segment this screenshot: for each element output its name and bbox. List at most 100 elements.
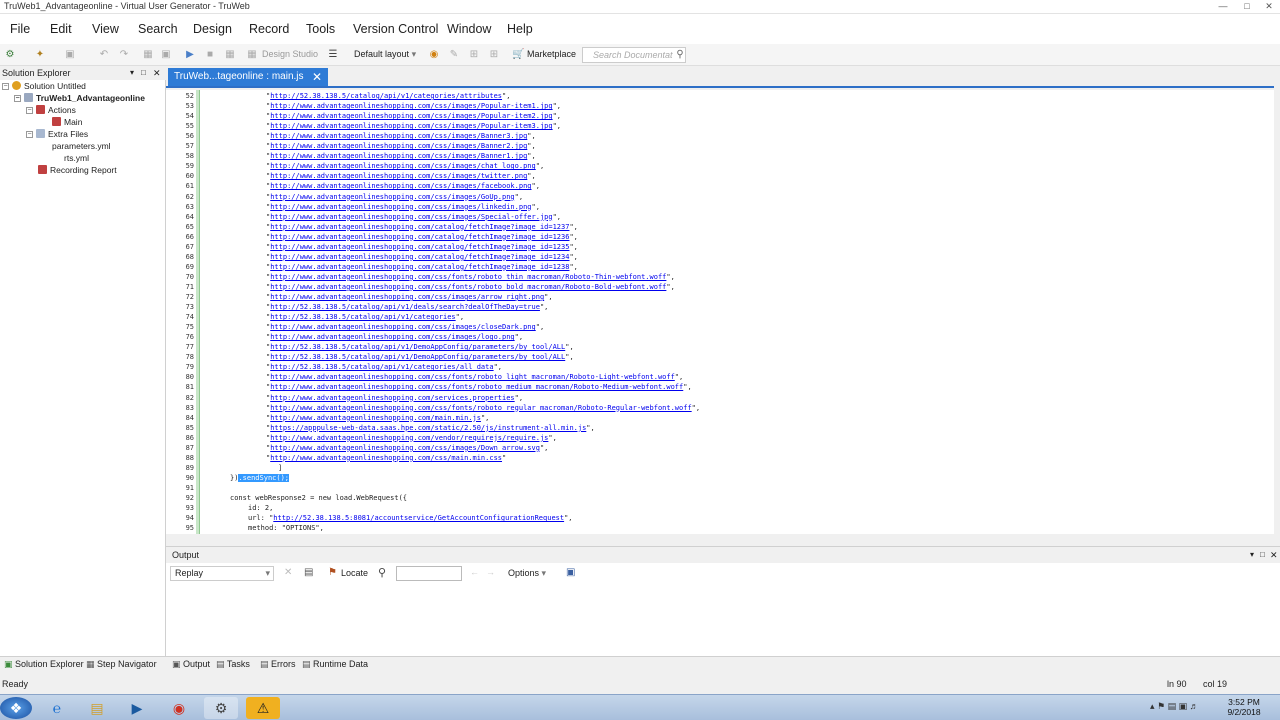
tree-item-parameters[interactable]: parameters.yml xyxy=(52,140,111,152)
url-link[interactable]: http://www.advantageonlineshopping.com/c… xyxy=(270,273,666,281)
layout-select[interactable]: Default layout ▾ xyxy=(350,47,420,63)
tab-tasks[interactable]: ▤ Tasks xyxy=(216,658,250,670)
url-link[interactable]: http://www.advantageonlineshopping.com/c… xyxy=(270,102,552,110)
url-link[interactable]: http://www.advantageonlineshopping.com/c… xyxy=(270,172,527,180)
url-link[interactable]: http://www.advantageonlineshopping.com/c… xyxy=(270,404,691,412)
tools-icon[interactable]: ⊞ xyxy=(488,49,500,61)
marketplace-icon[interactable]: 🛒 xyxy=(512,49,524,61)
url-link[interactable]: http://www.advantageonlineshopping.com/c… xyxy=(270,253,569,261)
search-icon[interactable]: ⚲ xyxy=(674,49,686,61)
output-source-select[interactable]: Replay ▾ xyxy=(170,566,274,581)
design-studio-icon[interactable]: ▦ xyxy=(246,49,258,61)
copy-icon[interactable]: ▤ xyxy=(304,567,313,578)
stop-icon[interactable]: ■ xyxy=(204,49,216,61)
url-link[interactable]: http://www.advantageonlineshopping.com/c… xyxy=(270,373,675,381)
panel-menu-icon[interactable]: ▾ xyxy=(130,66,134,80)
vugen-taskbar-icon[interactable]: ⚙ xyxy=(204,697,238,719)
marketplace-button[interactable]: Marketplace xyxy=(527,49,576,59)
collapse-icon[interactable]: − xyxy=(2,83,9,90)
selected-text[interactable]: .sendSync(); xyxy=(238,473,290,482)
tree-item-recording-report[interactable]: Recording Report xyxy=(38,164,117,176)
url-link[interactable]: http://www.advantageonlineshopping.com/c… xyxy=(270,233,569,241)
panel-menu-icon[interactable]: ▾ xyxy=(1250,547,1254,563)
layout-icon[interactable]: ☰ xyxy=(327,49,339,61)
maximize-button[interactable]: □ xyxy=(1236,0,1258,13)
tab-solution-explorer[interactable]: ▣ Solution Explorer xyxy=(4,658,84,670)
media-player-icon[interactable]: ▶ xyxy=(120,697,154,719)
url-link[interactable]: http://www.advantageonlineshopping.com/c… xyxy=(270,333,514,341)
new-script-icon[interactable]: ⚙ xyxy=(4,49,16,61)
url-link[interactable]: http://www.advantageonlineshopping.com/v… xyxy=(270,434,548,442)
file-explorer-icon[interactable]: ▤ xyxy=(80,697,114,719)
menu-file[interactable]: File xyxy=(10,22,30,36)
url-link[interactable]: http://www.advantageonlineshopping.com/c… xyxy=(270,203,531,211)
url-link[interactable]: http://www.advantageonlineshopping.com/c… xyxy=(270,243,569,251)
code-editor[interactable]: 52 53 54 55 56 57 58 59 60 61 62 63 64 65 66 67 68 69 70 71… xyxy=(166,90,1274,534)
url-link[interactable]: http://52.38.138.5/catalog/api/v1/catego… xyxy=(270,92,502,100)
options-button[interactable]: Options ▾ xyxy=(504,566,550,581)
compile-icon[interactable]: ▦ xyxy=(142,49,154,61)
url-link[interactable]: http://www.advantageonlineshopping.com/c… xyxy=(270,444,540,452)
tab-runtime-data[interactable]: ▤ Runtime Data xyxy=(302,658,368,670)
url-link[interactable]: http://www.advantageonlineshopping.com/s… xyxy=(270,394,514,402)
locate-button[interactable]: Locate xyxy=(341,568,368,578)
chrome-icon[interactable]: ◉ xyxy=(162,697,196,719)
url-link[interactable]: http://www.advantageonlineshopping.com/c… xyxy=(270,142,527,150)
next-icon[interactable]: → xyxy=(486,567,495,577)
output-search-input[interactable] xyxy=(396,566,462,581)
collapse-icon[interactable]: − xyxy=(14,95,21,102)
tray-icons[interactable]: ▴ ⚑ ▤ ▣ ♬ xyxy=(1150,701,1199,712)
editor-horizontal-scrollbar[interactable] xyxy=(166,534,1274,544)
tab-main-js[interactable]: TruWeb...tageonline : main.js ✕ xyxy=(168,68,328,86)
tree-item-main[interactable]: Main xyxy=(52,116,82,128)
url-link[interactable]: http://52.38.138.5/catalog/api/v1/DemoAp… xyxy=(270,353,565,361)
tree-item-solution[interactable]: − Solution Untitled xyxy=(2,80,86,92)
menu-view[interactable]: View xyxy=(92,22,119,36)
menu-edit[interactable]: Edit xyxy=(50,22,72,36)
pin-icon[interactable]: □ xyxy=(1260,547,1265,563)
add-icon[interactable]: ✦ xyxy=(34,49,46,61)
tree-item-rts[interactable]: rts.yml xyxy=(64,152,89,164)
url-link[interactable]: http://www.advantageonlineshopping.com/c… xyxy=(270,293,544,301)
tab-output[interactable]: ▣ Output xyxy=(172,658,210,670)
clear-icon[interactable]: ✕ xyxy=(284,567,292,578)
undo-icon[interactable]: ↶ xyxy=(98,49,110,61)
url-link[interactable]: http://www.advantageonlineshopping.com/c… xyxy=(270,263,569,271)
internet-explorer-icon[interactable]: ℮ xyxy=(40,697,74,719)
menu-design[interactable]: Design xyxy=(193,22,232,36)
url-link[interactable]: http://www.advantageonlineshopping.com/m… xyxy=(270,414,481,422)
url-link[interactable]: http://www.advantageonlineshopping.com/c… xyxy=(270,213,552,221)
url-link[interactable]: http://52.38.138.5:8081/accountservice/G… xyxy=(273,514,564,522)
menu-window[interactable]: Window xyxy=(447,22,491,36)
redo-icon[interactable]: ↷ xyxy=(118,49,130,61)
url-link[interactable]: http://www.advantageonlineshopping.com/c… xyxy=(270,283,666,291)
pencil-icon[interactable]: ✎ xyxy=(448,49,460,61)
save-output-icon[interactable]: ▣ xyxy=(566,567,575,578)
collapse-icon[interactable]: − xyxy=(26,107,33,114)
grid-icon[interactable]: ⊞ xyxy=(468,49,480,61)
url-link[interactable]: http://52.38.138.5/catalog/api/v1/catego… xyxy=(270,363,493,371)
taskbar-clock[interactable]: 3:52 PM 9/2/2018 xyxy=(1224,697,1264,717)
url-link[interactable]: http://www.advantageonlineshopping.com/c… xyxy=(270,383,683,391)
tree-item-script[interactable]: − TruWeb1_Advantageonline xyxy=(14,92,145,104)
url-link[interactable]: http://www.advantageonlineshopping.com/c… xyxy=(270,223,569,231)
lightbulb-icon[interactable]: ◉ xyxy=(428,49,440,61)
collapse-icon[interactable]: − xyxy=(26,131,33,138)
warning-icon[interactable]: ⚠ xyxy=(246,697,280,719)
url-link[interactable]: http://www.advantageonlineshopping.com/c… xyxy=(270,162,536,170)
url-link[interactable]: http://52.38.138.5/catalog/api/v1/DemoAp… xyxy=(270,343,565,351)
close-window-button[interactable]: ✕ xyxy=(1258,0,1280,13)
url-link[interactable]: http://www.advantageonlineshopping.com/c… xyxy=(270,132,527,140)
url-link[interactable]: http://52.38.138.5/catalog/api/v1/deals/… xyxy=(270,303,540,311)
tree-item-actions[interactable]: − Actions xyxy=(26,104,76,116)
url-link[interactable]: http://www.advantageonlineshopping.com/c… xyxy=(270,182,531,190)
minimize-button[interactable]: — xyxy=(1212,0,1234,13)
pin-icon[interactable]: □ xyxy=(141,66,146,80)
record-icon[interactable]: ▣ xyxy=(160,49,172,61)
menu-record[interactable]: Record xyxy=(249,22,289,36)
url-link[interactable]: http://www.advantageonlineshopping.com/c… xyxy=(270,193,514,201)
menu-help[interactable]: Help xyxy=(507,22,533,36)
step-icon[interactable]: ▦ xyxy=(224,49,236,61)
menu-tools[interactable]: Tools xyxy=(306,22,335,36)
tab-step-navigator[interactable]: ▦ Step Navigator xyxy=(86,658,157,670)
